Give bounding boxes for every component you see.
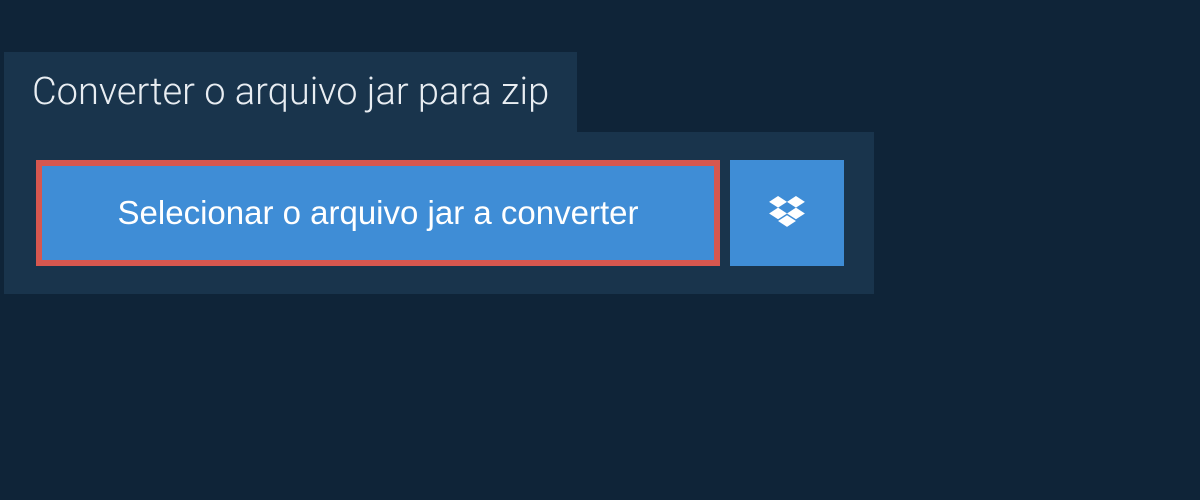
page-title: Converter o arquivo jar para zip [32, 70, 549, 114]
select-file-label: Selecionar o arquivo jar a converter [118, 194, 639, 232]
select-file-button[interactable]: Selecionar o arquivo jar a converter [36, 160, 720, 266]
dropbox-icon [769, 196, 805, 230]
title-bar: Converter o arquivo jar para zip [4, 52, 577, 132]
dropbox-button[interactable] [730, 160, 844, 266]
action-panel: Selecionar o arquivo jar a converter [4, 132, 874, 294]
